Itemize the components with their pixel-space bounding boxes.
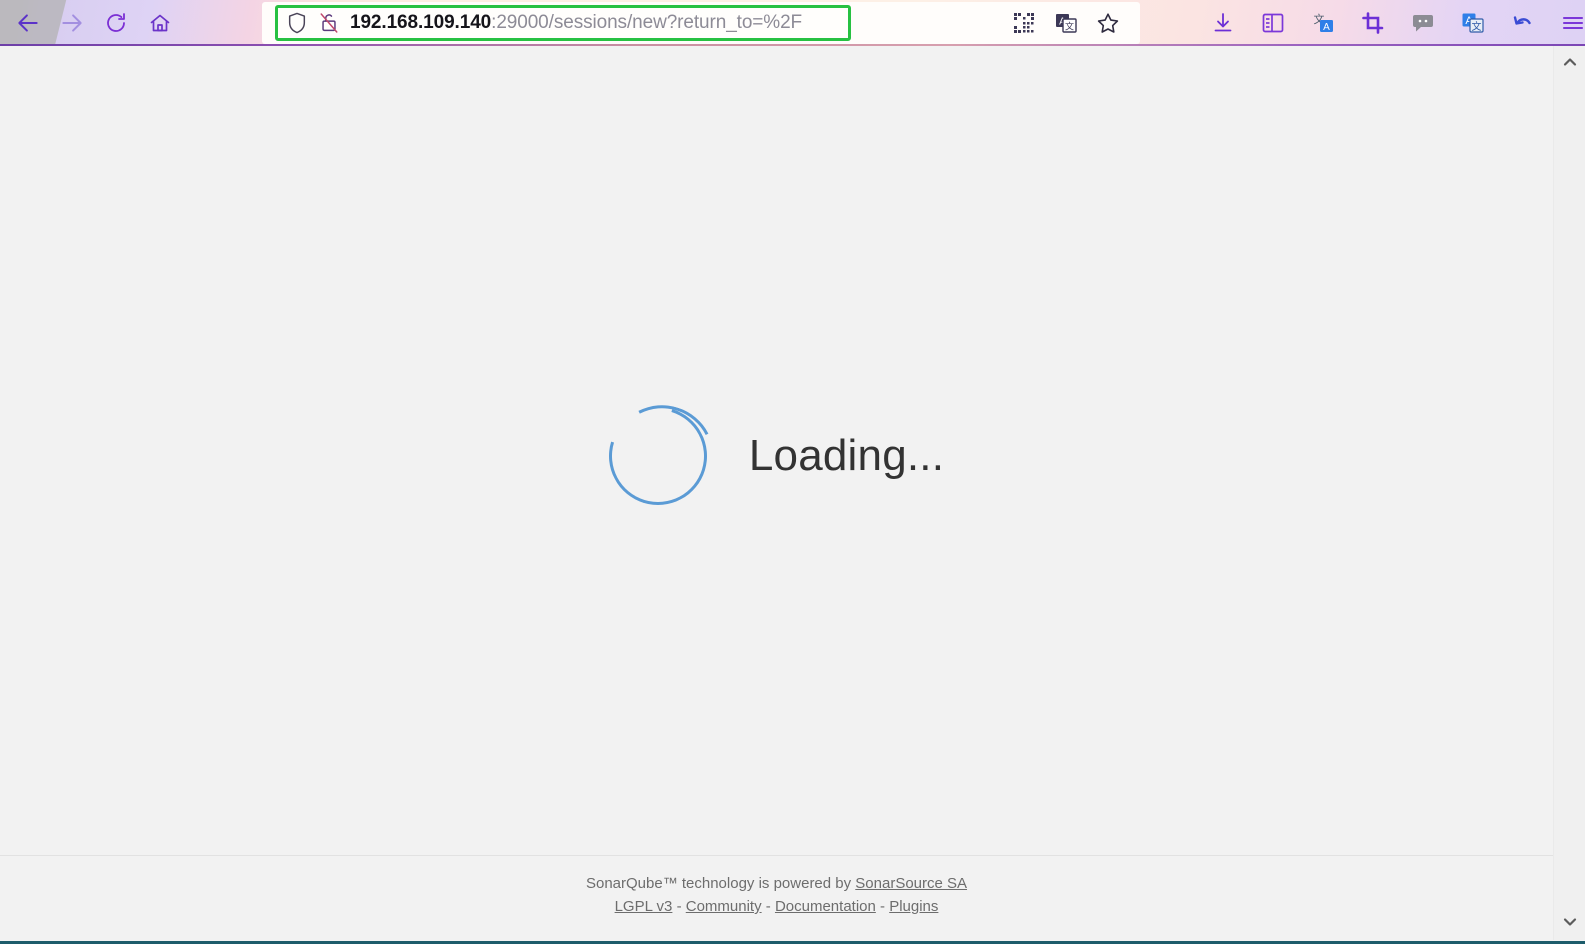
forward-button[interactable] (54, 5, 90, 41)
loading-spinner (591, 389, 725, 523)
url-bar-actions: A 文 (1010, 5, 1122, 41)
page-viewport: Loading... SonarQube™ technology is powe… (0, 46, 1585, 944)
sonarqube-page: Loading... SonarQube™ technology is powe… (0, 46, 1553, 940)
navigation-buttons (10, 4, 178, 42)
qr-code-icon[interactable] (1010, 9, 1038, 37)
footer-credit-line: SonarQube™ technology is powered by Sona… (0, 872, 1553, 895)
scroll-up-button[interactable] (1554, 50, 1585, 76)
sidebar-icon[interactable] (1258, 8, 1288, 38)
vertical-scrollbar[interactable] (1553, 46, 1585, 940)
translate-page-icon[interactable]: A 文 (1052, 9, 1080, 37)
translate-small-icon[interactable]: 文 A (1308, 8, 1338, 38)
url-input[interactable]: 192.168.109.140:29000/sessions/new?retur… (275, 5, 851, 41)
browser-toolbar: 192.168.109.140:29000/sessions/new?retur… (0, 0, 1585, 46)
shield-icon[interactable] (286, 11, 308, 35)
url-host: 192.168.109.140 (350, 12, 492, 33)
scroll-down-button[interactable] (1554, 910, 1585, 936)
arrow-right-icon (59, 10, 85, 36)
extension-buttons: 文 A A 文 (1208, 5, 1585, 41)
loading-label: Loading... (748, 431, 945, 480)
svg-text:A: A (1323, 22, 1330, 33)
url-path: :29000/sessions/new?return_to=%2F (491, 12, 803, 33)
svg-text:文: 文 (1472, 20, 1482, 33)
reload-icon (104, 11, 128, 35)
scrollbar-track[interactable] (1554, 76, 1585, 910)
chevron-down-icon (1563, 914, 1577, 932)
footer-links-line: LGPL v3 - Community - Documentation - Pl… (0, 895, 1553, 918)
menu-icon[interactable] (1558, 8, 1585, 38)
sonarsource-link[interactable]: SonarSource SA (855, 875, 967, 892)
back-button[interactable] (10, 5, 46, 41)
plugins-link[interactable]: Plugins (889, 898, 938, 915)
home-button[interactable] (142, 5, 178, 41)
footer-separator-1: - (672, 898, 686, 915)
home-icon (148, 11, 172, 35)
crop-icon[interactable] (1358, 8, 1388, 38)
documentation-link[interactable]: Documentation (775, 898, 876, 915)
url-text: 192.168.109.140:29000/sessions/new?retur… (350, 12, 802, 34)
page-footer: SonarQube™ technology is powered by Sona… (0, 855, 1553, 918)
lgpl-link[interactable]: LGPL v3 (615, 898, 673, 915)
community-link[interactable]: Community (686, 898, 762, 915)
lock-crossed-icon[interactable] (318, 11, 340, 35)
reload-button[interactable] (98, 5, 134, 41)
undo-icon[interactable] (1508, 8, 1538, 38)
loading-container: Loading... (0, 46, 1553, 866)
chevron-up-icon (1563, 54, 1577, 72)
download-icon[interactable] (1208, 8, 1238, 38)
translate-blue-icon[interactable]: A 文 (1458, 8, 1488, 38)
arrow-left-icon (15, 10, 41, 36)
footer-separator-3: - (875, 898, 890, 915)
star-icon[interactable] (1094, 9, 1122, 37)
footer-separator-2: - (761, 898, 775, 915)
comment-icon[interactable] (1408, 8, 1438, 38)
svg-text:文: 文 (1065, 21, 1074, 32)
footer-credit-text: SonarQube™ technology is powered by (585, 875, 856, 892)
